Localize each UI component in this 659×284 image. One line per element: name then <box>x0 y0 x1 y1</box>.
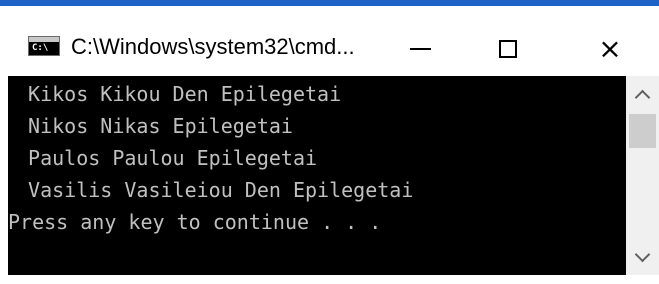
close-button[interactable]: × <box>574 24 646 74</box>
console-line: Kikos Kikou Den Epilegetai <box>16 82 342 106</box>
console-line: Paulos Paulou Epilegetai <box>16 146 318 170</box>
scroll-down-button[interactable] <box>626 239 659 275</box>
scroll-thumb[interactable] <box>629 114 656 148</box>
console-output[interactable]: Kikos Kikou Den Epilegetai Nikos Nikas E… <box>8 76 626 275</box>
chevron-up-icon <box>634 89 651 105</box>
title-bar[interactable]: C:\ C:\Windows\system32\cmd... × <box>8 10 659 74</box>
minimize-button[interactable] <box>384 24 456 74</box>
cmd-window: C:\ C:\Windows\system32\cmd... × Kikos K… <box>0 0 659 284</box>
console-prompt-line: Press any key to continue . . . <box>8 210 382 234</box>
chevron-down-icon <box>634 246 651 262</box>
console-line: Nikos Nikas Epilegetai <box>16 114 293 138</box>
cmd-icon-bar <box>29 37 59 42</box>
cmd-icon-label: C:\ <box>32 43 49 53</box>
vertical-scrollbar[interactable] <box>626 76 659 275</box>
console-line: Vasilis Vasileiou Den Epilegetai <box>16 178 414 202</box>
window-accent-border <box>0 0 659 6</box>
close-icon: × <box>598 32 622 65</box>
scroll-up-button[interactable] <box>626 76 659 112</box>
maximize-button[interactable] <box>472 24 544 74</box>
window-bottom-border <box>0 275 659 284</box>
window-title: C:\Windows\system32\cmd... <box>71 34 355 59</box>
maximize-icon <box>499 40 517 58</box>
cmd-icon[interactable]: C:\ <box>28 36 60 56</box>
minimize-icon <box>409 48 431 50</box>
